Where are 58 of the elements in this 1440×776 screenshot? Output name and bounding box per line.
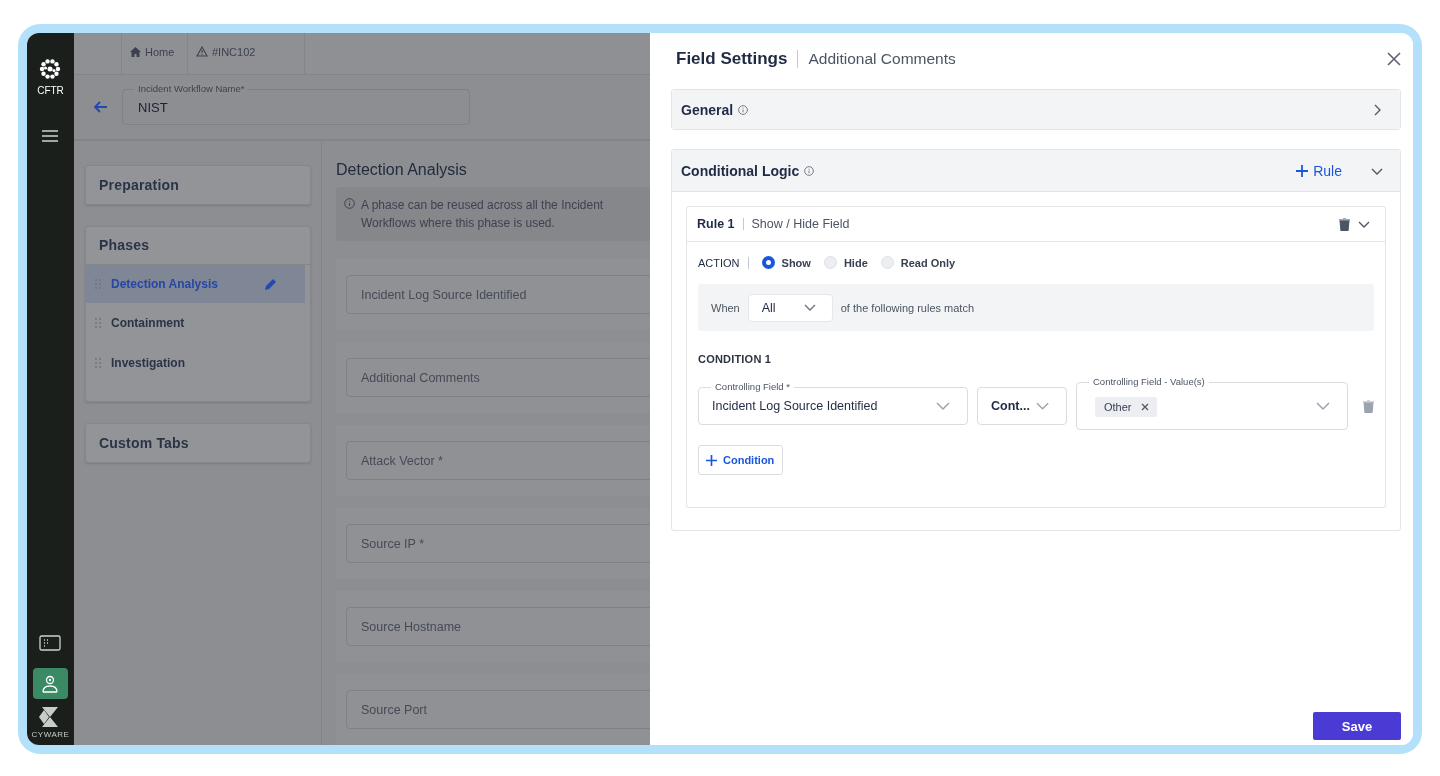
phase-item[interactable]: Containment — [86, 303, 305, 343]
form-field[interactable]: Source IP * — [346, 524, 650, 563]
breadcrumb-tab[interactable]: Home — [121, 33, 188, 75]
section-title: Preparation — [98, 176, 180, 195]
rule-type: Show / Hide Field — [751, 217, 850, 231]
back-arrow-icon[interactable] — [94, 101, 108, 113]
form-field[interactable]: Source Port — [346, 690, 650, 729]
user-settings-button[interactable] — [33, 668, 68, 699]
warning-icon — [196, 46, 208, 57]
chevron-down-icon — [936, 401, 950, 411]
user-gear-icon — [41, 673, 60, 694]
form-field[interactable]: Incident Log Source Identified — [346, 275, 650, 314]
info-text: A phase can be reused across all the Incident — [361, 197, 604, 214]
chevron-down-icon — [1035, 401, 1049, 411]
when-label: When — [711, 301, 740, 314]
info-icon — [804, 165, 815, 176]
match-suffix: of the following rules match — [840, 301, 975, 314]
chip-text: Other — [1104, 401, 1132, 413]
action-radio[interactable]: Read Only — [880, 256, 956, 269]
form-field[interactable]: Additional Comments — [346, 358, 650, 397]
breadcrumb-tab[interactable]: #INC102 — [187, 33, 305, 75]
phase-title: Detection Analysis — [336, 161, 468, 179]
drag-handle-icon[interactable] — [95, 318, 101, 328]
chevron-down-icon — [803, 303, 816, 312]
rule-title: Rule 1 — [697, 217, 735, 231]
section-title: Custom Tabs — [98, 434, 190, 453]
form-field[interactable]: Attack Vector * — [346, 441, 650, 480]
product-name: CFTR — [37, 85, 64, 96]
phase-item[interactable]: Investigation — [86, 343, 305, 383]
condition-title: CONDITION 1 — [698, 353, 772, 365]
info-text: Workflows where this phase is used. — [361, 215, 556, 232]
info-icon — [738, 104, 749, 115]
save-button[interactable]: Save — [1313, 712, 1401, 740]
form-field[interactable]: Source Hostname — [346, 607, 650, 646]
action-label: ACTION — [698, 256, 740, 269]
plus-icon — [1296, 164, 1309, 177]
drag-handle-icon[interactable] — [95, 358, 101, 368]
info-icon — [344, 198, 355, 209]
logo-icon — [39, 58, 62, 80]
delete-icon[interactable] — [1339, 217, 1350, 231]
accordion-header[interactable]: General — [672, 90, 1400, 129]
close-icon[interactable] — [1387, 52, 1401, 66]
add-condition-button[interactable]: Condition — [698, 445, 784, 475]
drawer-subtitle: Additional Comments — [808, 50, 956, 68]
home-icon — [130, 46, 141, 57]
accordion-header[interactable]: Conditional Logic Rule — [672, 150, 1400, 192]
operator-select[interactable]: Cont... — [977, 387, 1067, 425]
match-select[interactable]: All — [747, 293, 833, 322]
drawer-title: Field Settings — [676, 49, 788, 69]
add-rule-button[interactable]: Rule — [1296, 162, 1342, 179]
action-radio[interactable]: Show — [761, 256, 811, 269]
action-radio[interactable]: Hide — [823, 256, 868, 269]
remove-icon[interactable] — [1140, 403, 1149, 411]
brand-name: CYWARE — [31, 730, 70, 739]
console-icon — [39, 634, 62, 651]
plus-icon — [706, 454, 717, 466]
chevron-down-icon — [1316, 401, 1330, 411]
menu-icon[interactable] — [42, 130, 59, 142]
